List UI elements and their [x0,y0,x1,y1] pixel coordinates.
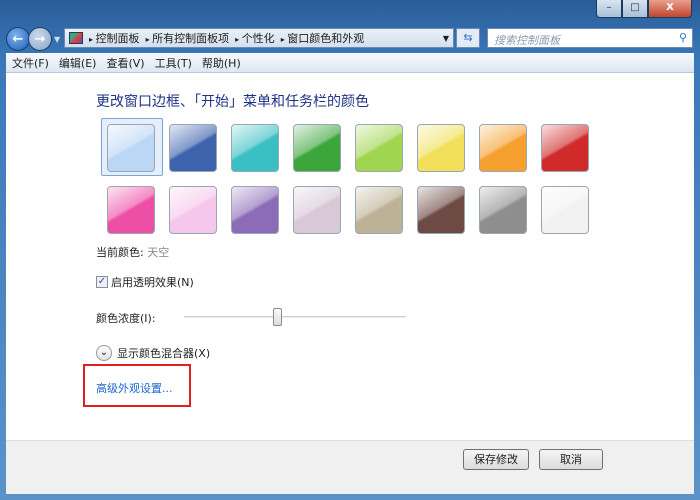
search-icon[interactable]: ⚲ [679,31,687,44]
color-swatch[interactable] [231,186,279,234]
content-pane: 更改窗口边框、「开始」菜单和任务栏的颜色 当前颜色: 天空 ✓ 启用透明效果(N)… [6,73,694,440]
current-color-label: 当前颜色: [96,246,144,259]
intensity-label: 颜色浓度(I): [96,312,156,325]
color-swatch[interactable] [293,186,341,234]
menu-file[interactable]: 文件(F) [12,55,49,71]
color-swatch[interactable] [293,124,341,172]
save-button[interactable]: 保存修改 [463,449,529,470]
current-color: 当前颜色: 天空 [96,244,169,260]
color-swatch[interactable] [231,124,279,172]
advanced-appearance-link[interactable]: 高级外观设置... [96,380,173,396]
color-swatch[interactable] [541,186,589,234]
checkbox-checked-icon[interactable]: ✓ [96,276,108,288]
intensity-slider[interactable] [184,308,406,326]
color-swatch[interactable] [355,186,403,234]
color-swatch[interactable] [107,186,155,234]
breadcrumb-item[interactable]: 窗口颜色和外观 [281,30,364,46]
current-color-value: 天空 [147,246,170,259]
breadcrumb-item[interactable]: 个性化 [235,30,275,46]
refresh-button[interactable]: ⇆ [456,28,480,48]
transparency-checkbox[interactable]: ✓ 启用透明效果(N) [96,274,194,290]
search-input[interactable]: 搜索控制面板 ⚲ [487,28,693,48]
recent-pages-dropdown[interactable]: ▼ [54,35,60,44]
maximize-button[interactable]: □ [622,0,648,18]
color-swatch[interactable] [355,124,403,172]
refresh-icon: ⇆ [463,31,473,44]
cancel-button[interactable]: 取消 [539,449,603,470]
menu-edit[interactable]: 编辑(E) [59,55,97,71]
color-swatch[interactable] [417,186,465,234]
breadcrumb-item[interactable]: 控制面板 [89,30,140,46]
control-panel-icon [69,32,83,44]
footer-bar: 保存修改 取消 [6,440,694,494]
chevron-down-icon[interactable]: ⌄ [96,345,112,361]
show-color-mixer-toggle[interactable]: ⌄ 显示颜色混合器(X) [96,345,210,361]
menu-bar: 文件(F) 编辑(E) 查看(V) 工具(T) 帮助(H) [6,53,694,73]
color-swatch[interactable] [479,186,527,234]
window: – □ X ← → ▼ 控制面板 所有控制面板项 个性化 窗口颜色和外观 ▼ ⇆… [0,0,700,500]
minimize-button[interactable]: – [596,0,622,18]
transparency-label: 启用透明效果(N) [111,276,194,289]
search-placeholder: 搜索控制面板 [494,34,560,47]
slider-thumb[interactable] [273,308,283,326]
menu-tools[interactable]: 工具(T) [155,55,192,71]
mixer-label: 显示颜色混合器(X) [117,347,211,360]
menu-view[interactable]: 查看(V) [106,55,144,71]
chevron-down-icon[interactable]: ▼ [443,34,449,43]
menu-help[interactable]: 帮助(H) [202,55,241,71]
page-title: 更改窗口边框、「开始」菜单和任务栏的颜色 [96,94,369,110]
color-swatch[interactable] [169,124,217,172]
color-swatch[interactable] [479,124,527,172]
forward-button[interactable]: → [28,27,52,51]
color-swatch[interactable] [417,124,465,172]
color-swatch[interactable] [107,124,155,172]
address-bar[interactable]: 控制面板 所有控制面板项 个性化 窗口颜色和外观 ▼ [64,28,454,48]
color-swatch[interactable] [541,124,589,172]
color-swatch[interactable] [169,186,217,234]
close-button[interactable]: X [648,0,692,18]
back-button[interactable]: ← [6,27,30,51]
breadcrumb-item[interactable]: 所有控制面板项 [146,30,229,46]
